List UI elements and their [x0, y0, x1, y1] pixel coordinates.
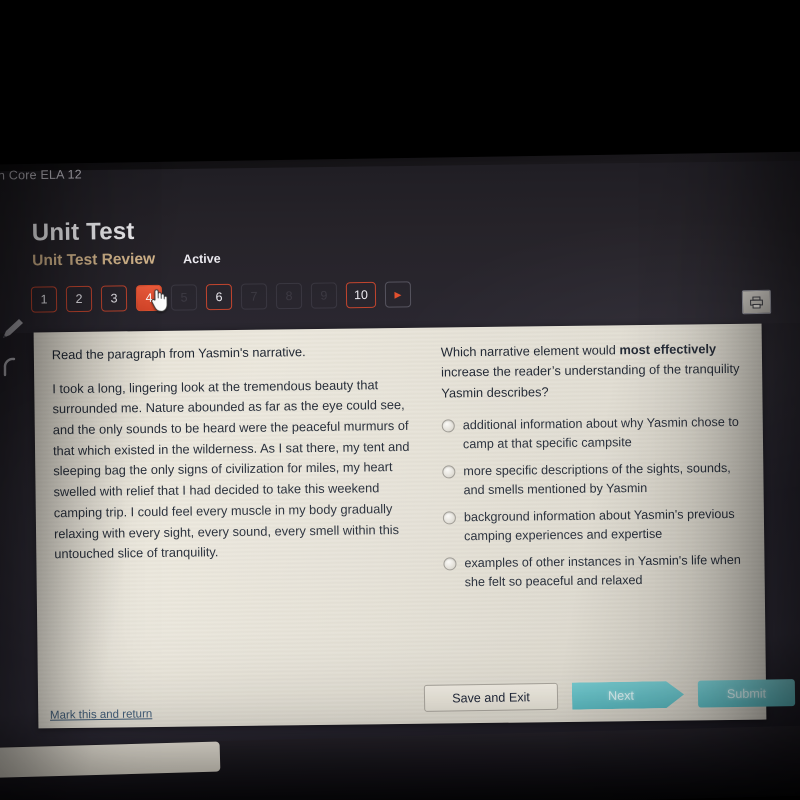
question-pill-9[interactable]: 9 [310, 282, 338, 309]
title-block: Unit Test Unit Test Review Active [32, 218, 221, 271]
subtitle-row: Unit Test Review Active [32, 250, 221, 271]
question-pill-2[interactable]: 2 [65, 285, 93, 313]
question-pill-3[interactable]: 3 [100, 285, 128, 312]
status-badge: Active [183, 252, 221, 267]
question-pill-7[interactable]: 7 [240, 283, 268, 310]
printer-icon [750, 295, 763, 309]
question-pill-5[interactable]: 5 [170, 284, 198, 311]
answer-choice-4[interactable]: examples of other instances in Yasmin's … [443, 551, 746, 592]
answer-choice-1-label: additional information about why Yasmin … [462, 415, 739, 452]
photo-of-screen: n Core ELA 12 Unit Test Unit Test Review… [0, 0, 800, 800]
passage-lead: Read the paragraph from Yasmin's narrati… [51, 344, 306, 363]
passage-body: I took a long, lingering look at the tre… [52, 376, 410, 562]
answer-choice-4-label: examples of other instances in Yasmin's … [464, 552, 741, 589]
question-stem-emphasis: most effectively [619, 341, 717, 358]
answer-choice-2[interactable]: more specific descriptions of the sights… [442, 459, 745, 500]
question-nav[interactable]: 1 2 3 4 5 6 7 8 9 10 ▶ [30, 281, 412, 313]
question-pill-1[interactable]: 1 [30, 286, 58, 313]
answer-choice-1[interactable]: additional information about why Yasmin … [441, 413, 745, 454]
question-stem: Which narrative element would most effec… [441, 339, 745, 404]
question-stem-part1: Which narrative element would [440, 342, 620, 360]
question-pill-4-label: 4 [145, 290, 153, 306]
answer-choice-2-label: more specific descriptions of the sights… [463, 461, 731, 498]
question-pill-6[interactable]: 6 [205, 283, 233, 311]
answer-choice-3-label: background information about Yasmin's pr… [463, 506, 735, 544]
print-button[interactable] [741, 289, 772, 315]
question-pill-4-current[interactable]: 4 [135, 284, 168, 312]
radio-button-4[interactable] [443, 557, 457, 571]
question-pill-8[interactable]: 8 [275, 282, 303, 310]
assignment-subtitle: Unit Test Review [32, 250, 156, 270]
save-and-exit-button[interactable]: Save and Exit [423, 682, 559, 712]
next-page-arrow-button[interactable]: ▶ [384, 281, 412, 308]
question-card: Read the paragraph from Yasmin's narrati… [33, 323, 767, 729]
answer-choice-3[interactable]: background information about Yasmin's pr… [442, 505, 746, 546]
radio-button-1[interactable] [441, 419, 455, 433]
breadcrumb[interactable]: n Core ELA 12 [0, 167, 82, 182]
passage-column: Read the paragraph from Yasmin's narrati… [52, 342, 432, 729]
radio-button-3[interactable] [442, 511, 456, 525]
mark-this-and-return-link[interactable]: Mark this and return [50, 708, 152, 721]
question-pill-10[interactable]: 10 [345, 281, 377, 309]
submit-button[interactable]: Submit [697, 679, 796, 708]
page-title: Unit Test [31, 217, 135, 247]
radio-button-2[interactable] [442, 465, 456, 479]
next-button[interactable]: Next [572, 681, 684, 710]
question-column: Which narrative element would most effec… [441, 338, 749, 724]
question-stem-part2: increase the reader’s understanding of t… [441, 361, 740, 401]
